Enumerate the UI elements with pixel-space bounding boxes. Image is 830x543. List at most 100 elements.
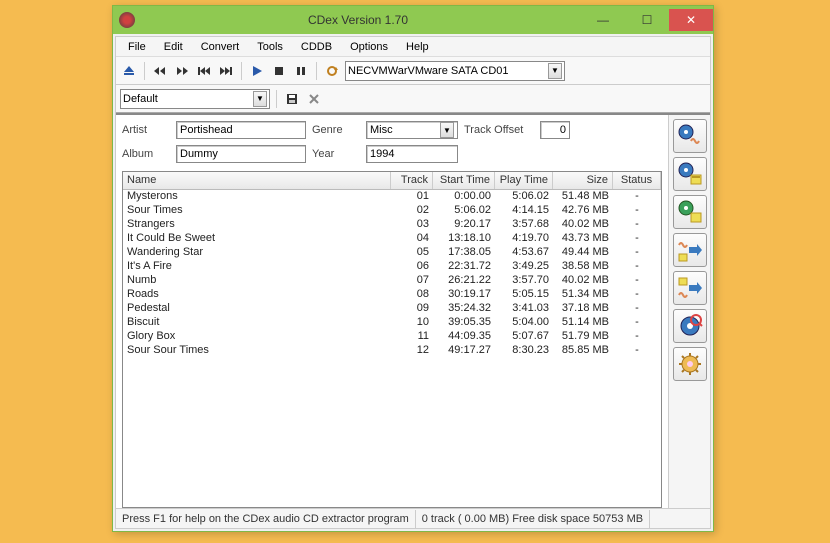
cell-size: 38.58 MB [553,260,613,274]
delete-profile-button[interactable] [305,90,323,108]
cell-track: 02 [391,204,433,218]
table-row[interactable]: Numb0726:21.223:57.7040.02 MB- [123,274,661,288]
track-list-body[interactable]: Mysterons010:00.005:06.0251.48 MB-Sour T… [123,190,661,507]
cell-name: Roads [123,288,391,302]
cell-size: 40.02 MB [553,274,613,288]
offset-label: Track Offset [464,124,534,136]
cell-name: Sour Times [123,204,391,218]
cell-status: - [613,330,661,344]
cell-status: - [613,316,661,330]
cell-status: - [613,260,661,274]
cell-name: It's A Fire [123,260,391,274]
cell-start: 22:31.72 [433,260,495,274]
table-row[interactable]: It Could Be Sweet0413:18.104:19.7043.73 … [123,232,661,246]
cell-start: 44:09.35 [433,330,495,344]
cell-start: 0:00.00 [433,190,495,204]
table-row[interactable]: Strangers039:20.173:57.6840.02 MB- [123,218,661,232]
artist-field[interactable]: Portishead [176,121,306,139]
cell-size: 43.73 MB [553,232,613,246]
skip-forward-button[interactable] [217,62,235,80]
chevron-down-icon[interactable]: ▼ [253,91,267,107]
column-play[interactable]: Play Time [495,172,553,189]
menu-edit[interactable]: Edit [156,39,191,55]
album-field[interactable]: Dummy [176,145,306,163]
menu-cddb[interactable]: CDDB [293,39,340,55]
cell-name: It Could Be Sweet [123,232,391,246]
cell-play: 4:53.67 [495,246,553,260]
skip-back-button[interactable] [195,62,213,80]
menubar: File Edit Convert Tools CDDB Options Hel… [116,37,710,57]
cell-name: Strangers [123,218,391,232]
profile-select[interactable]: Default ▼ [120,89,270,109]
cell-name: Wandering Star [123,246,391,260]
menu-tools[interactable]: Tools [249,39,291,55]
table-row[interactable]: It's A Fire0622:31.723:49.2538.58 MB- [123,260,661,274]
drive-select-value: NECVMWarVMware SATA CD01 [348,65,509,77]
pause-button[interactable] [292,62,310,80]
table-row[interactable]: Roads0830:19.175:05.1551.34 MB- [123,288,661,302]
extract-partial-button[interactable] [673,195,707,229]
drive-select[interactable]: NECVMWarVMware SATA CD01 ▼ [345,61,565,81]
cell-play: 3:41.03 [495,302,553,316]
separator [316,62,317,80]
play-button[interactable] [248,62,266,80]
close-button[interactable]: ✕ [669,9,713,31]
chevron-down-icon[interactable]: ▼ [440,122,454,138]
cddb-button[interactable] [673,309,707,343]
table-row[interactable]: Biscuit1039:05.355:04.0051.14 MB- [123,316,661,330]
table-row[interactable]: Mysterons010:00.005:06.0251.48 MB- [123,190,661,204]
cell-start: 39:05.35 [433,316,495,330]
side-buttons [668,115,710,508]
titlebar[interactable]: CDex Version 1.70 — ☐ ✕ [113,6,713,34]
offset-field[interactable]: 0 [540,121,570,139]
column-status[interactable]: Status [613,172,661,189]
column-name[interactable]: Name [123,172,391,189]
forward-button[interactable] [173,62,191,80]
stop-button[interactable] [270,62,288,80]
cell-track: 10 [391,316,433,330]
column-track[interactable]: Track [391,172,433,189]
table-row[interactable]: Glory Box1144:09.355:07.6751.79 MB- [123,330,661,344]
maximize-button[interactable]: ☐ [625,9,669,31]
minimize-button[interactable]: — [581,9,625,31]
menu-file[interactable]: File [120,39,154,55]
year-field[interactable]: 1994 [366,145,458,163]
chevron-down-icon[interactable]: ▼ [548,63,562,79]
refresh-button[interactable] [323,62,341,80]
extract-wav-button[interactable] [673,119,707,153]
table-row[interactable]: Sour Sour Times1249:17.278:30.2385.85 MB… [123,344,661,358]
cell-play: 5:07.67 [495,330,553,344]
convert-compressed-wav-button[interactable] [673,271,707,305]
main-area: Artist Portishead Genre Misc▼ Track Offs… [116,113,710,508]
rewind-button[interactable] [151,62,169,80]
column-size[interactable]: Size [553,172,613,189]
eject-button[interactable] [120,62,138,80]
application-window: CDex Version 1.70 — ☐ ✕ File Edit Conver… [112,5,714,532]
cell-track: 12 [391,344,433,358]
menu-convert[interactable]: Convert [193,39,248,55]
year-label: Year [312,148,360,160]
cell-play: 5:04.00 [495,316,553,330]
menu-options[interactable]: Options [342,39,396,55]
cell-start: 26:21.22 [433,274,495,288]
cell-start: 5:06.02 [433,204,495,218]
cell-play: 3:57.70 [495,274,553,288]
extract-compressed-button[interactable] [673,157,707,191]
table-row[interactable]: Sour Times025:06.024:14.1542.76 MB- [123,204,661,218]
cell-track: 05 [391,246,433,260]
table-row[interactable]: Pedestal0935:24.323:41.0337.18 MB- [123,302,661,316]
track-list-header: Name Track Start Time Play Time Size Sta… [123,172,661,190]
convert-wav-compressed-button[interactable] [673,233,707,267]
cell-play: 5:05.15 [495,288,553,302]
cell-track: 11 [391,330,433,344]
cell-start: 49:17.27 [433,344,495,358]
settings-button[interactable] [673,347,707,381]
cell-name: Biscuit [123,316,391,330]
table-row[interactable]: Wandering Star0517:38.054:53.6749.44 MB- [123,246,661,260]
column-start[interactable]: Start Time [433,172,495,189]
genre-select[interactable]: Misc▼ [366,121,458,139]
save-profile-button[interactable] [283,90,301,108]
cell-start: 17:38.05 [433,246,495,260]
menu-help[interactable]: Help [398,39,437,55]
cell-status: - [613,274,661,288]
